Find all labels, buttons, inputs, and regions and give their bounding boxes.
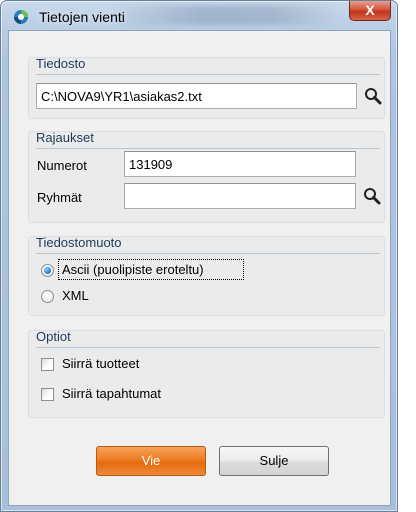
file-group-title: Tiedosto <box>36 56 86 71</box>
options-group-divider <box>36 347 380 348</box>
title-bar[interactable]: Tietojen vienti X <box>1 1 397 31</box>
limits-group-title: Rajaukset <box>36 130 94 145</box>
close-button[interactable]: Sulje <box>219 446 329 476</box>
number-input[interactable]: 131909 <box>124 151 356 177</box>
ascii-radio[interactable] <box>41 264 54 277</box>
app-icon <box>14 10 28 24</box>
xml-radio-label[interactable]: XML <box>62 288 89 303</box>
close-window-button[interactable]: X <box>349 1 391 21</box>
file-path-input[interactable]: C:\NOVA9\YR1\asiakas2.txt <box>36 83 357 109</box>
limits-group-divider <box>36 148 380 149</box>
format-group-divider <box>36 253 380 254</box>
transfer-events-label[interactable]: Siirrä tapahtumat <box>62 386 161 401</box>
transfer-events-checkbox[interactable] <box>41 388 54 401</box>
file-group-divider <box>36 74 380 75</box>
export-button[interactable]: Vie <box>96 446 206 476</box>
format-group-title: Tiedostomuoto <box>36 235 122 250</box>
options-group-title: Optiot <box>36 329 71 344</box>
ascii-radio-label[interactable]: Ascii (puolipiste eroteltu) <box>62 262 204 277</box>
transfer-products-label[interactable]: Siirrä tuotteet <box>62 356 139 371</box>
title-bar-glass <box>111 5 341 25</box>
window-title: Tietojen vienti <box>39 9 125 25</box>
group-input[interactable] <box>124 183 356 209</box>
close-icon: X <box>365 2 375 18</box>
group-label: Ryhmät <box>37 190 82 205</box>
search-icon[interactable] <box>362 186 382 206</box>
transfer-products-checkbox[interactable] <box>41 358 54 371</box>
options-group <box>28 330 385 418</box>
xml-radio[interactable] <box>41 290 54 303</box>
search-icon[interactable] <box>363 86 383 106</box>
number-label: Numerot <box>37 158 87 173</box>
